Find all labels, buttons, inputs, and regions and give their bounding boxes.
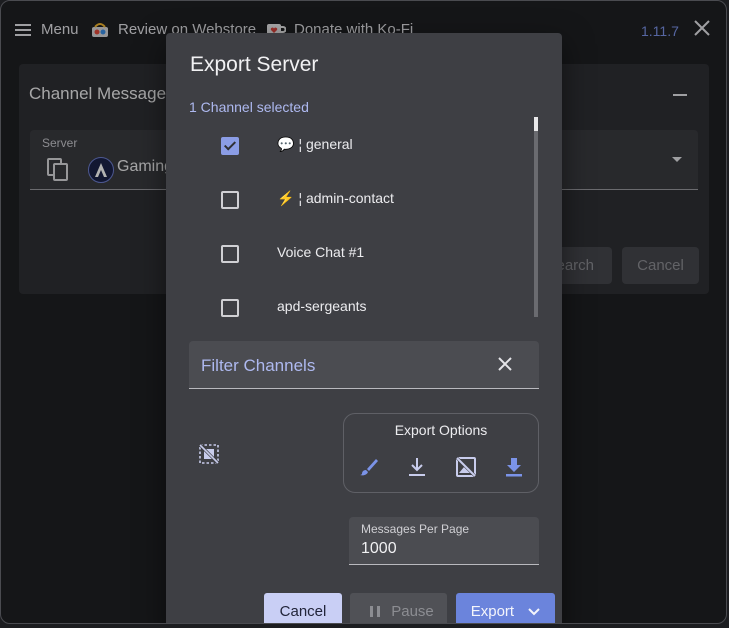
channel-checkbox[interactable] [221, 299, 239, 317]
download-icon[interactable] [407, 456, 427, 478]
channel-row[interactable]: apd-sergeants [189, 279, 529, 317]
channel-label: 💬 ¦ general [277, 136, 353, 152]
export-label: Export [470, 603, 515, 620]
channel-label: apd-sergeants [277, 298, 367, 314]
app-window: Menu Review on Webstore Donate with Ko-F… [0, 0, 727, 624]
clear-filter-icon[interactable] [497, 356, 513, 372]
channel-checkbox[interactable] [221, 191, 239, 209]
selection-status: 1 Channel selected [189, 99, 309, 115]
filter-placeholder: Filter Channels [201, 356, 316, 375]
speech-bubble-icon: 💬 [277, 136, 295, 152]
pause-icon-bar [377, 606, 380, 617]
export-server-dialog: Export Server 1 Channel selected 💬 ¦ gene… [166, 33, 562, 623]
channel-list: 💬 ¦ general ⚡ ¦ admin-contact Voice Chat #… [189, 117, 539, 317]
messages-per-page-value: 1000 [361, 540, 397, 557]
channel-label: ⚡ ¦ admin-contact [277, 190, 394, 206]
chevron-down-icon[interactable] [528, 608, 540, 616]
hide-image-icon[interactable] [455, 456, 477, 478]
channel-checkbox[interactable] [221, 245, 239, 263]
export-options-title: Export Options [394, 422, 488, 438]
filter-channels-input[interactable]: Filter Channels [189, 341, 539, 389]
messages-per-page-field[interactable]: Messages Per Page 1000 [349, 517, 539, 565]
deselect-all-icon[interactable] [198, 443, 220, 465]
channel-list-scrollbar[interactable] [534, 119, 538, 317]
lightning-icon: ⚡ [277, 190, 295, 206]
pause-label: Pause [391, 603, 434, 620]
channel-checkbox[interactable] [221, 137, 239, 155]
pause-button[interactable]: Pause [350, 593, 447, 623]
export-button[interactable]: Export [456, 593, 555, 623]
cancel-button[interactable]: Cancel [264, 593, 342, 623]
scrollbar-thumb[interactable] [534, 117, 538, 131]
dialog-title: Export Server [190, 53, 319, 76]
brush-icon[interactable] [358, 456, 380, 478]
channel-row[interactable]: ⚡ ¦ admin-contact [189, 171, 529, 225]
channel-row[interactable]: 💬 ¦ general [189, 117, 529, 171]
download-all-icon[interactable] [504, 456, 524, 478]
channel-row[interactable]: Voice Chat #1 [189, 225, 529, 279]
export-options-panel: Export Options [343, 413, 539, 493]
channel-label: Voice Chat #1 [277, 244, 365, 260]
pause-icon [370, 606, 373, 617]
messages-per-page-label: Messages Per Page [361, 522, 470, 536]
